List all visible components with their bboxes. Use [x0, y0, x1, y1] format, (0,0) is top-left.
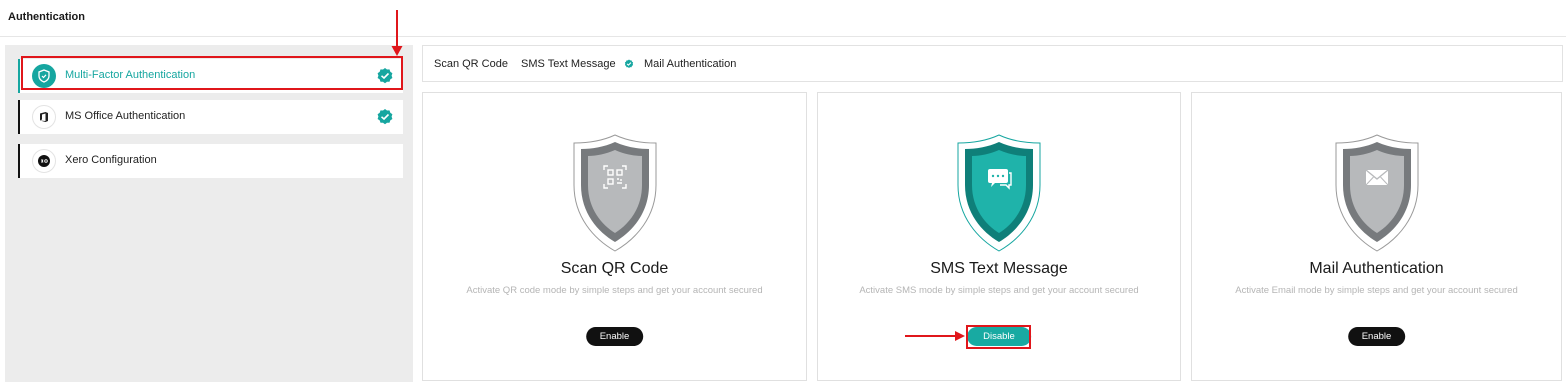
verified-badge-icon — [377, 68, 393, 84]
card-title: Scan QR Code — [560, 260, 669, 277]
office-icon — [32, 105, 56, 129]
sidebar-item-ms-office-authentication[interactable]: MS Office Authentication — [18, 100, 403, 134]
card-title: Mail Authentication — [1309, 260, 1444, 277]
tab-scan-qr-code[interactable]: Scan QR Code — [434, 58, 508, 70]
sidebar-item-label: MS Office Authentication — [65, 110, 186, 122]
enable-button[interactable]: Enable — [585, 327, 644, 346]
method-tab-bar: Scan QR Code SMS Text Message Mail Authe… — [422, 45, 1563, 82]
tab-sms-text-message[interactable]: SMS Text Message — [521, 58, 616, 70]
sidebar-item-label: Multi-Factor Authentication — [65, 69, 196, 81]
shield-icon — [32, 64, 56, 88]
qr-shield-icon — [573, 134, 656, 252]
sidebar-item-multi-factor-authentication[interactable]: Multi-Factor Authentication — [18, 59, 403, 93]
mail-shield-icon — [1335, 134, 1418, 252]
xero-icon — [32, 149, 56, 173]
top-bar: Authentication — [0, 0, 1566, 37]
page-title: Authentication — [8, 11, 85, 23]
sms-shield-icon — [957, 134, 1041, 252]
card-description: Activate SMS mode by simple steps and ge… — [859, 285, 1139, 296]
sidebar-item-label: Xero Configuration — [65, 154, 157, 166]
enable-button[interactable]: Enable — [1347, 327, 1406, 346]
verified-badge-icon — [377, 109, 393, 125]
card-mail-authentication: Mail Authentication Activate Email mode … — [1191, 92, 1562, 381]
verified-badge-icon — [624, 59, 634, 68]
sidebar: Multi-Factor Authentication MS Office Au… — [5, 45, 413, 382]
card-description: Activate QR code mode by simple steps an… — [466, 285, 763, 296]
card-sms-text-message: SMS Text Message Activate SMS mode by si… — [817, 92, 1181, 381]
card-title: SMS Text Message — [930, 260, 1068, 277]
sidebar-item-xero-configuration[interactable]: Xero Configuration — [18, 144, 403, 178]
card-scan-qr-code: Scan QR Code Activate QR code mode by si… — [422, 92, 807, 381]
disable-button[interactable]: Disable — [967, 327, 1031, 346]
card-description: Activate Email mode by simple steps and … — [1235, 285, 1518, 296]
tab-mail-authentication[interactable]: Mail Authentication — [644, 58, 736, 70]
